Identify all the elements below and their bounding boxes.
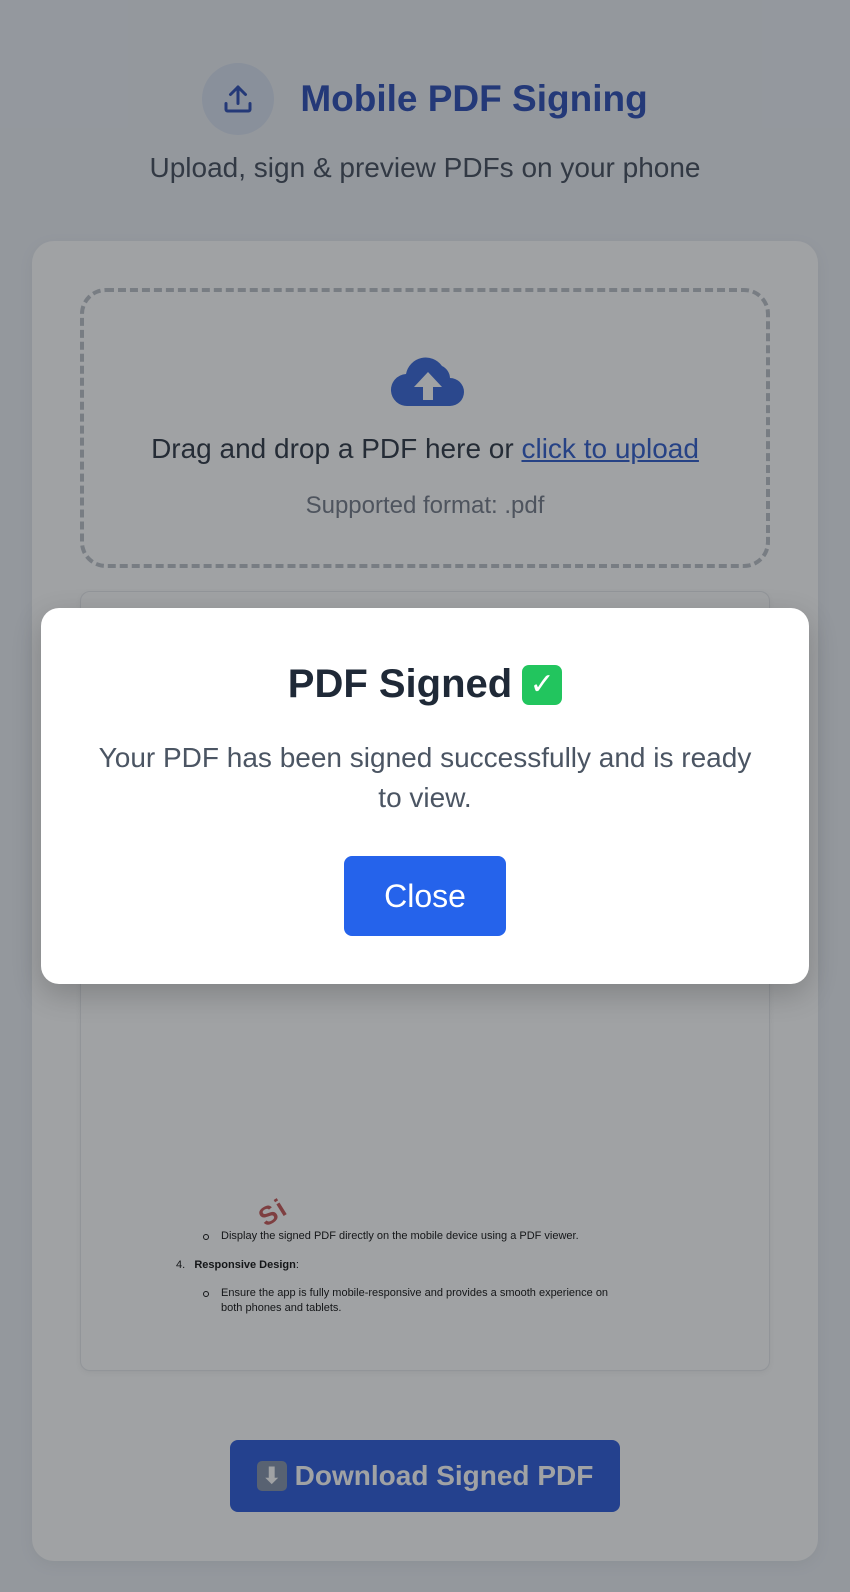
modal-title-text: PDF Signed: [287, 662, 513, 706]
success-modal: PDF Signed ✓ Your PDF has been signed su…: [41, 608, 809, 984]
app-page: Mobile PDF Signing Upload, sign & previe…: [0, 0, 850, 1592]
modal-message: Your PDF has been signed successfully an…: [98, 742, 752, 813]
modal-title: PDF Signed ✓: [41, 662, 809, 707]
check-mark-icon: ✓: [522, 664, 563, 705]
close-button[interactable]: Close: [344, 856, 506, 936]
